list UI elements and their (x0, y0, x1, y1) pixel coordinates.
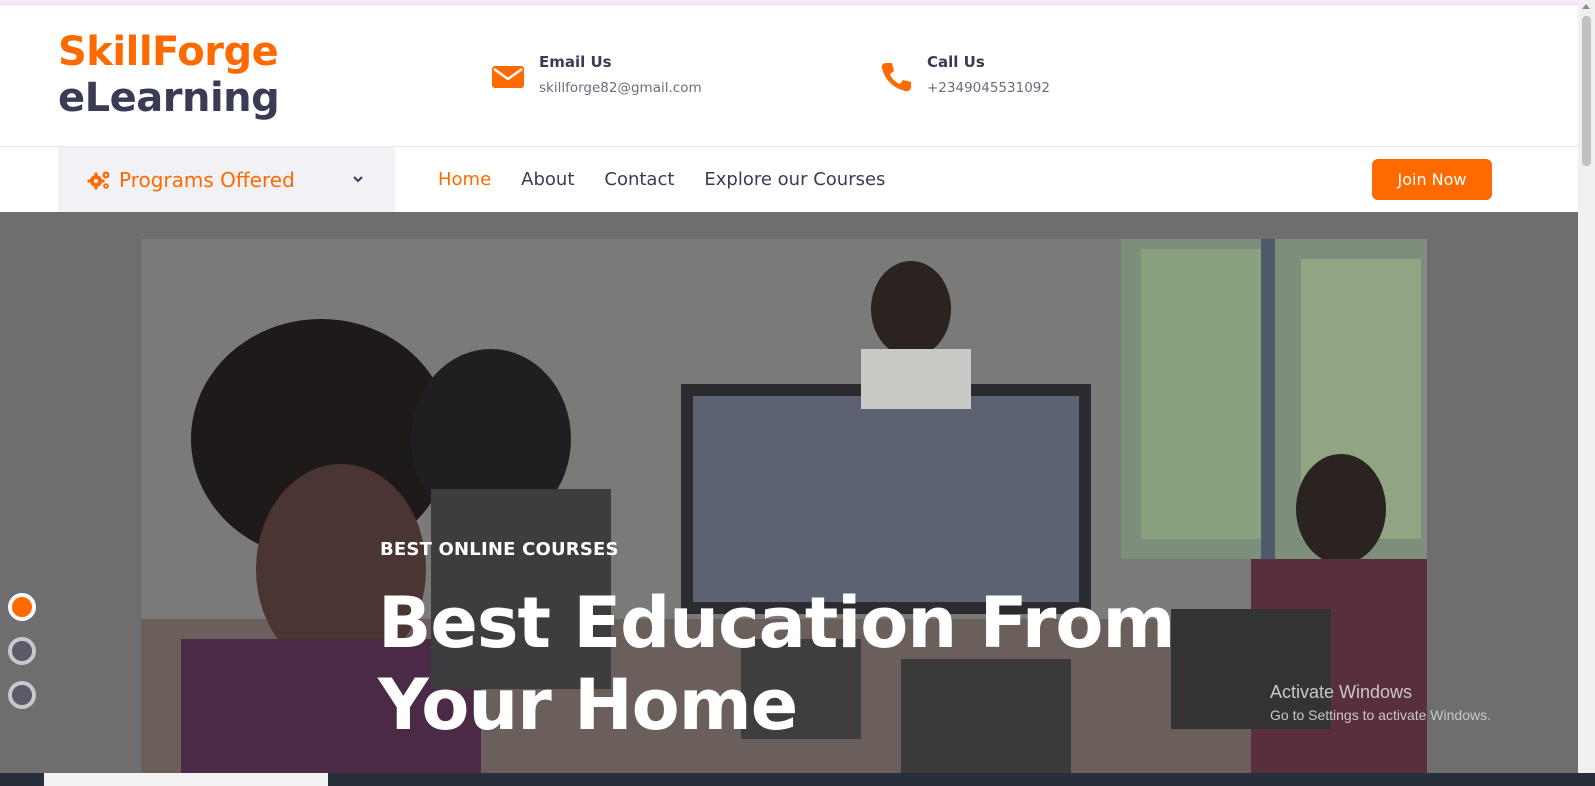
os-taskbar (0, 773, 1595, 786)
page-scrollbar[interactable] (1578, 0, 1595, 773)
nav-link-explore-courses[interactable]: Explore our Courses (704, 169, 885, 190)
email-title: Email Us (539, 53, 612, 71)
chevron-down-icon (353, 176, 363, 183)
nav-link-contact[interactable]: Contact (604, 169, 674, 190)
hero-headline: Best Education From Your Home (378, 582, 1175, 746)
contact-email: Email Us skillforge82@gmail.com (491, 52, 702, 96)
hero-headline-line-2: Your Home (378, 664, 798, 746)
slider-dot-1[interactable] (8, 593, 36, 621)
watermark-line-1: Activate Windows (1270, 682, 1413, 702)
email-value[interactable]: skillforge82@gmail.com (539, 80, 702, 96)
taskbar-search-box[interactable] (44, 773, 328, 786)
main-navbar: Programs Offered Home About Contact Expl… (0, 147, 1578, 212)
slider-dot-3[interactable] (8, 681, 36, 709)
hero-headline-line-1: Best Education From (378, 582, 1175, 664)
activate-windows-watermark: Activate Windows Go to Settings to activ… (1270, 682, 1491, 723)
site-header: SkillForge eLearning Email Us skillforge… (0, 5, 1578, 147)
join-now-button[interactable]: Join Now (1372, 159, 1492, 200)
logo-line-2: eLearning (58, 75, 280, 121)
programs-dropdown[interactable]: Programs Offered (58, 147, 395, 212)
scroll-up-arrow-icon[interactable] (1582, 4, 1590, 9)
contact-phone: Call Us +2349045531092 (879, 52, 1050, 96)
site-logo[interactable]: SkillForge eLearning (58, 29, 280, 121)
slider-dot-2[interactable] (8, 637, 36, 665)
phone-value[interactable]: +2349045531092 (927, 80, 1050, 96)
phone-icon (881, 63, 911, 92)
nav-links: Home About Contact Explore our Courses (438, 147, 915, 212)
watermark-line-2: Go to Settings to activate Windows. (1270, 707, 1491, 723)
gears-icon (87, 171, 110, 189)
hero-eyebrow: BEST ONLINE COURSES (380, 539, 619, 560)
phone-title: Call Us (927, 53, 985, 71)
programs-label: Programs Offered (119, 167, 295, 192)
nav-link-about[interactable]: About (521, 169, 574, 190)
slider-pagination (8, 593, 36, 725)
logo-line-1: SkillForge (58, 29, 279, 75)
scrollbar-thumb[interactable] (1582, 16, 1591, 166)
hero-slider: BEST ONLINE COURSES Best Education From … (0, 212, 1578, 773)
nav-link-home[interactable]: Home (438, 169, 491, 190)
envelope-icon (492, 66, 524, 88)
